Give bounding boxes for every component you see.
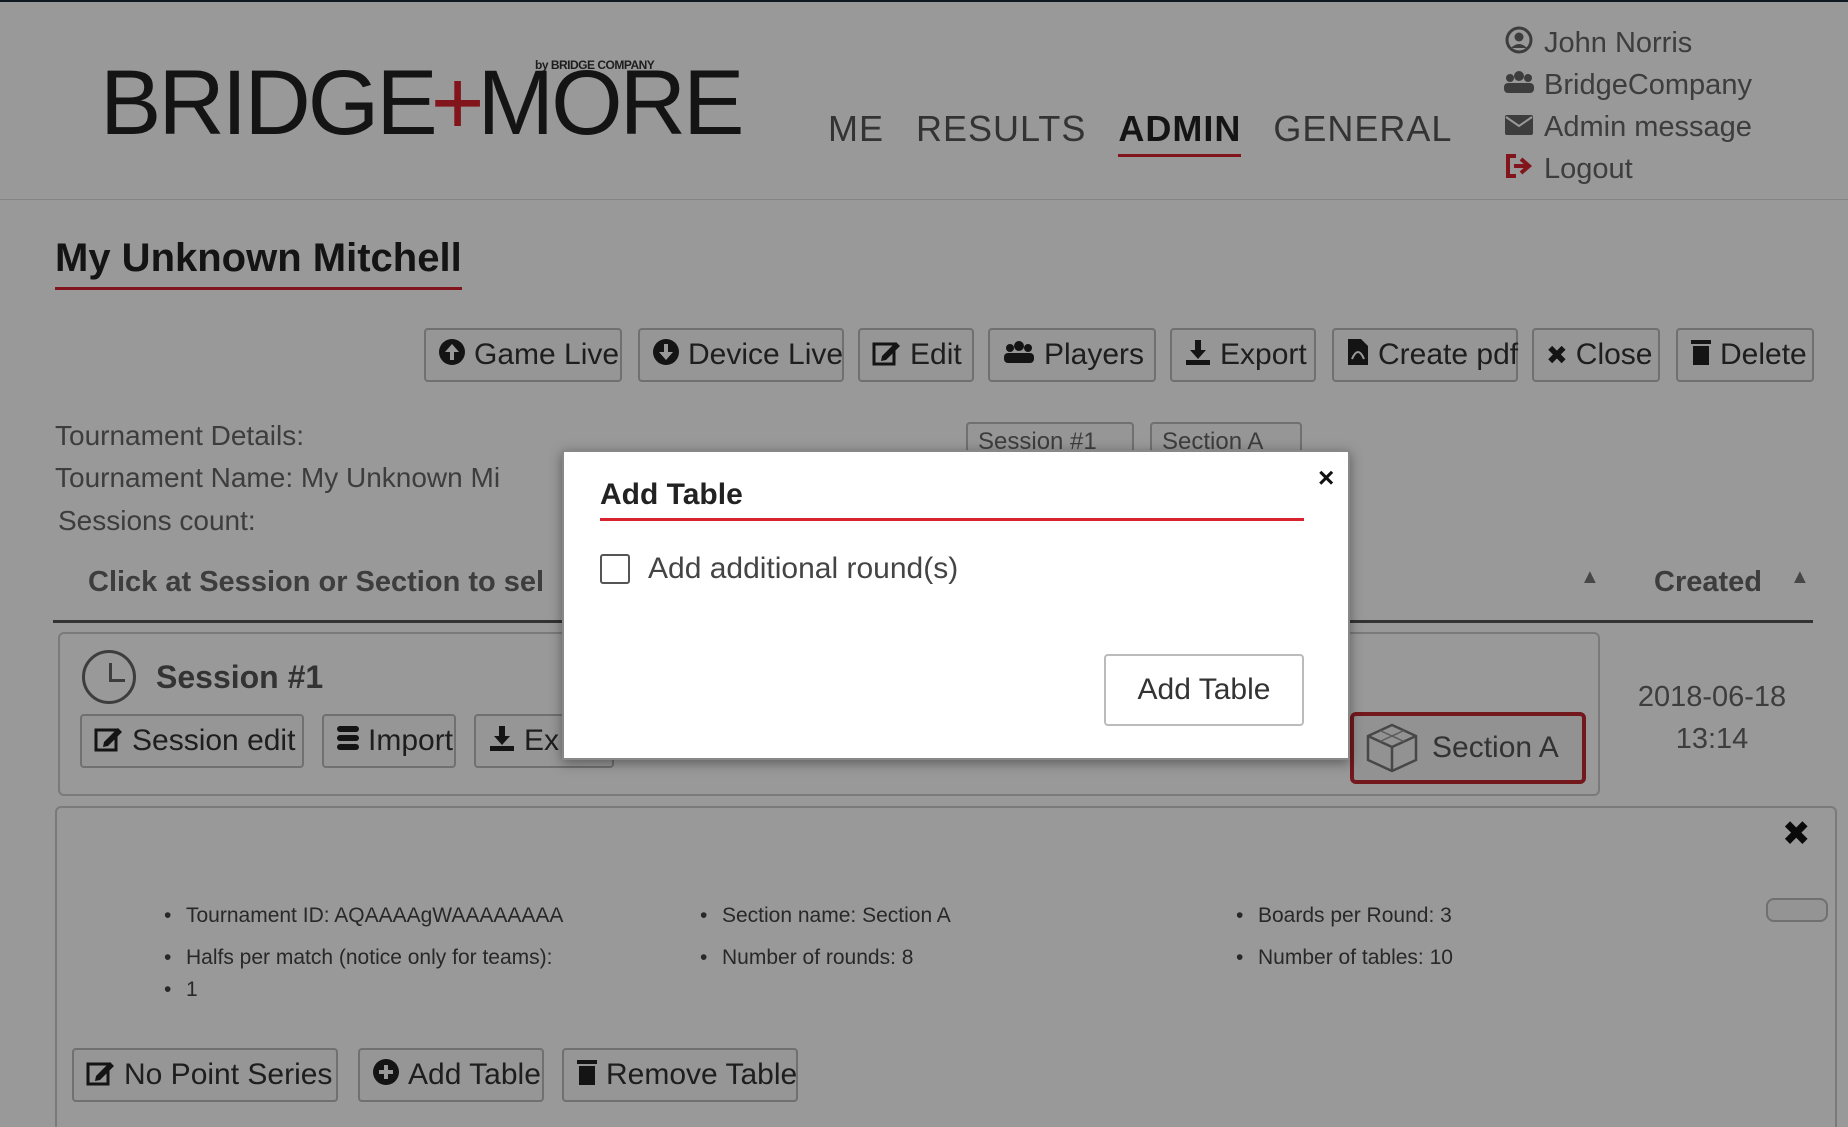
dialog-title: Add Table [600,478,1304,521]
additional-rounds-label: Add additional round(s) [648,552,959,585]
additional-rounds-option[interactable]: Add additional round(s) [600,552,958,586]
add-table-dialog: Add Table × Add additional round(s) Add … [562,450,1350,760]
add-table-submit-button[interactable]: Add Table [1104,654,1304,726]
additional-rounds-checkbox[interactable] [600,554,630,584]
dialog-close-icon[interactable]: × [1318,462,1334,494]
app-page: BRIDGE+MORE by BRIDGE COMPANY ME RESULTS… [0,0,1848,1127]
